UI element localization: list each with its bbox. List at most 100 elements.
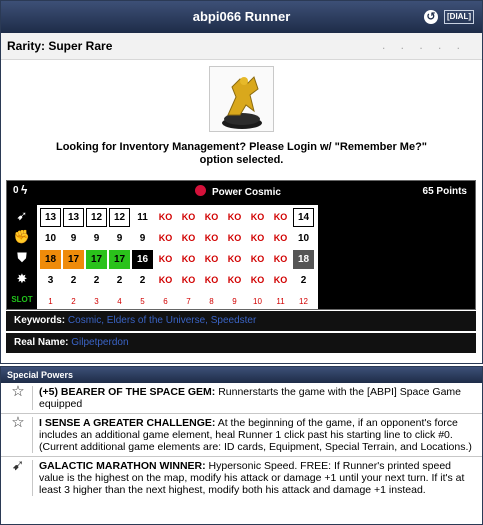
dial-cell[interactable]: 9 xyxy=(109,229,130,248)
dial-cell[interactable]: 2 xyxy=(293,271,314,290)
special-powers-section: Special Powers ☆ (+5) BEARER OF THE SPAC… xyxy=(0,366,483,525)
power-title: GALACTIC MARATHON WINNER: xyxy=(39,460,206,472)
defense-icon: ⛊ xyxy=(17,250,27,265)
figure-card: abpi066 Runner ↺ [DIAL] Rarity: Super Ra… xyxy=(0,0,483,364)
keywords-label: Keywords: xyxy=(14,315,66,326)
slot-number: 2 xyxy=(71,297,76,306)
dial-cell[interactable]: 2 xyxy=(132,271,153,290)
dial-cell[interactable]: 2 xyxy=(86,271,107,290)
dial-cell[interactable]: KO xyxy=(270,208,291,227)
figure-image-area xyxy=(1,60,482,141)
slot-number: 5 xyxy=(140,297,145,306)
dial-cell[interactable]: KO xyxy=(201,271,222,290)
slot-number: 1 xyxy=(48,297,53,306)
special-powers-heading: Special Powers xyxy=(1,367,482,383)
dial-cell[interactable]: KO xyxy=(247,271,268,290)
attack-icon: ✊ xyxy=(13,229,31,244)
dial-cell[interactable]: KO xyxy=(155,271,176,290)
speed-icon: ➹ xyxy=(16,208,28,223)
dial-cell[interactable]: 10 xyxy=(40,229,61,248)
dial-cell[interactable]: KO xyxy=(224,229,245,248)
dial-cell[interactable]: 11 xyxy=(132,208,153,227)
dial-cell[interactable]: 14 xyxy=(293,208,314,227)
dial-cell[interactable]: 17 xyxy=(109,250,130,269)
dial-cell[interactable]: KO xyxy=(247,229,268,248)
speed-power-icon: ➹ xyxy=(4,458,33,496)
dial-cell[interactable]: KO xyxy=(201,208,222,227)
dial-cell[interactable]: KO xyxy=(178,271,199,290)
slot-number: 4 xyxy=(117,297,122,306)
dial-cell[interactable]: KO xyxy=(178,250,199,269)
dial-cell[interactable]: KO xyxy=(178,229,199,248)
team-ability-label: Power Cosmic xyxy=(212,187,281,198)
login-message: Looking for Inventory Management? Please… xyxy=(55,141,428,166)
star-icon: ☆ xyxy=(4,384,33,410)
power-item: ☆ I SENSE A GREATER CHALLENGE: At the be… xyxy=(1,414,482,457)
keywords-links[interactable]: Cosmic, Elders of the Universe, Speedste… xyxy=(68,315,256,326)
dial-button[interactable]: [DIAL] xyxy=(444,10,474,24)
speed-row: 13 13 12 12 11 KO KO KO KO KO KO 14 xyxy=(39,207,315,228)
dial-cell[interactable]: KO xyxy=(224,250,245,269)
dial-cell[interactable]: 12 xyxy=(109,208,130,227)
power-title: (+5) BEARER OF THE SPACE GEM: xyxy=(39,386,216,398)
dial-cell[interactable]: 9 xyxy=(132,229,153,248)
dial-cell[interactable]: 2 xyxy=(109,271,130,290)
dial-cell[interactable]: 13 xyxy=(40,208,61,227)
slot-row: 1 2 3 4 5 6 7 8 9 10 11 12 xyxy=(39,291,315,312)
figure-image[interactable] xyxy=(209,66,274,132)
slot-number: 3 xyxy=(94,297,99,306)
refresh-icon[interactable]: ↺ xyxy=(424,10,438,24)
dial-cell[interactable]: KO xyxy=(201,229,222,248)
power-cosmic-icon xyxy=(195,185,206,196)
dial-cell[interactable]: KO xyxy=(270,250,291,269)
team-ability[interactable]: Power Cosmic xyxy=(195,185,281,198)
dial-grid: ➹ ✊ ⛊ ✸ SLOT 13 13 12 12 11 KO KO KO KO … xyxy=(7,205,318,309)
rarity-label: Rarity: Super Rare xyxy=(7,39,113,53)
dial-cell[interactable]: 10 xyxy=(293,229,314,248)
page-title: abpi066 Runner xyxy=(192,9,291,24)
dial-cell[interactable]: 12 xyxy=(86,208,107,227)
dial-cell[interactable]: 17 xyxy=(63,250,84,269)
dial-cell[interactable]: 13 xyxy=(63,208,84,227)
dial-cell[interactable]: KO xyxy=(155,229,176,248)
dial-cell[interactable]: KO xyxy=(201,250,222,269)
dial-cell[interactable]: KO xyxy=(155,250,176,269)
keywords-bar: Keywords: Cosmic, Elders of the Universe… xyxy=(6,311,476,331)
dial-cell[interactable]: 16 xyxy=(132,250,153,269)
stat-icons: ➹ ✊ ⛊ ✸ SLOT xyxy=(7,205,37,309)
slot-number: 10 xyxy=(253,297,262,306)
dial-cell[interactable]: 9 xyxy=(86,229,107,248)
dial-cell[interactable]: KO xyxy=(270,229,291,248)
slot-number: 6 xyxy=(163,297,168,306)
power-title: I SENSE A GREATER CHALLENGE: xyxy=(39,417,216,429)
dial-cell[interactable]: 3 xyxy=(40,271,61,290)
power-item: ➹ GALACTIC MARATHON WINNER: Hypersonic S… xyxy=(1,457,482,499)
dial-cell[interactable]: KO xyxy=(224,271,245,290)
dial-cell[interactable]: 18 xyxy=(293,250,314,269)
slot-number: 9 xyxy=(232,297,237,306)
dial-cell[interactable]: 18 xyxy=(40,250,61,269)
dial-cell[interactable]: 2 xyxy=(63,271,84,290)
rating-dots[interactable]: . . . . . xyxy=(382,38,466,52)
dial-header: 0 ϟ Power Cosmic 65 Points xyxy=(7,181,475,203)
dial-cell[interactable]: KO xyxy=(270,271,291,290)
real-name-link[interactable]: Gilpetperdon xyxy=(71,337,128,348)
dial-cell[interactable]: KO xyxy=(247,250,268,269)
dial-cell[interactable]: KO xyxy=(178,208,199,227)
defense-row: 18 17 17 17 16 KO KO KO KO KO KO 18 xyxy=(39,249,315,270)
rarity-bar: Rarity: Super Rare . . . . . xyxy=(1,33,482,60)
real-name-label: Real Name: xyxy=(14,337,69,348)
slot-number: 11 xyxy=(276,297,285,306)
dial-cell[interactable]: KO xyxy=(224,208,245,227)
lightning-icon: ϟ xyxy=(21,183,28,197)
dial-cell[interactable]: KO xyxy=(155,208,176,227)
slot-label: SLOT xyxy=(11,295,33,304)
dial-cell[interactable]: KO xyxy=(247,208,268,227)
dial-cell[interactable]: 17 xyxy=(86,250,107,269)
combat-dial: 0 ϟ Power Cosmic 65 Points ➹ ✊ ⛊ ✸ SLOT … xyxy=(6,180,476,310)
star-icon: ☆ xyxy=(4,415,33,453)
point-value: 65 Points xyxy=(422,186,467,197)
dial-cell[interactable]: 9 xyxy=(63,229,84,248)
real-name-bar: Real Name: Gilpetperdon xyxy=(6,333,476,353)
attack-row: 10 9 9 9 9 KO KO KO KO KO KO 10 xyxy=(39,228,315,249)
